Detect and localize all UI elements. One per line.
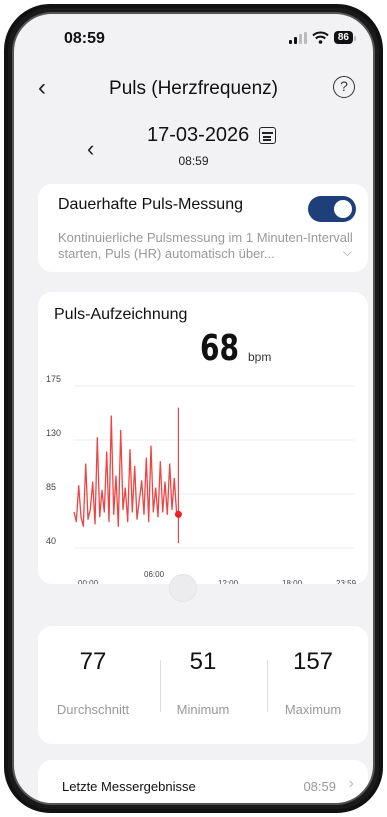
y-tick-label: 85 — [46, 482, 56, 492]
status-time: 08:59 — [64, 30, 105, 47]
date-label: 17-03-2026 — [147, 124, 250, 146]
stats-card: 77 Durchschnitt 51 Minimum 157 Maximum — [38, 626, 368, 744]
current-point-marker — [174, 510, 182, 518]
last-results-row[interactable]: Letzte Messergebnisse 08:59 › — [38, 760, 368, 803]
maximum-value: 157 — [292, 648, 334, 675]
minimum-label: Minimum — [176, 702, 230, 717]
last-results-label: Letzte Messergebnisse — [62, 779, 196, 794]
nav-bar: ‹ Puls (Herzfrequenz) ? — [14, 70, 373, 106]
signal-icon — [288, 31, 307, 44]
page-title: Puls (Herzfrequenz) — [109, 78, 278, 99]
wifi-icon — [312, 31, 329, 44]
average-value: 77 — [79, 648, 107, 675]
y-tick-label: 175 — [46, 374, 61, 384]
status-bar: 08:59 86 — [14, 28, 373, 52]
y-tick-label: 40 — [46, 536, 56, 546]
screen: 08:59 86 ‹ Puls (Herzfrequenz) ? ‹ 17-03… — [12, 12, 375, 805]
x-tick-label: 06:00 — [144, 570, 165, 579]
heart-rate-chart[interactable]: 40 85 130 175 00:00 06:00 12:00 18:00 23:59 — [38, 292, 368, 584]
date-time: 08:59 — [178, 154, 209, 168]
heart-rate-line — [73, 415, 179, 528]
phone-frame: 08:59 86 ‹ Puls (Herzfrequenz) ? ‹ 17-03… — [4, 4, 383, 813]
continuous-measurement-card: Dauerhafte Puls-Messung Kontinuierliche … — [38, 184, 368, 272]
calendar-icon[interactable] — [259, 127, 277, 144]
help-icon[interactable]: ? — [333, 76, 355, 98]
continuous-title: Dauerhafte Puls-Messung — [58, 196, 243, 213]
x-tick-label: 18:00 — [282, 579, 303, 584]
x-tick-label: 00:00 — [78, 579, 99, 584]
heart-rate-chart-card: Puls-Aufzeichnung 68 bpm 40 85 130 175 00:00… — [38, 292, 368, 584]
last-results-time: 08:59 — [303, 779, 336, 794]
maximum-label: Maximum — [284, 702, 342, 717]
battery-icon: 86 — [333, 31, 357, 44]
x-tick-label: 23:59 — [336, 579, 357, 584]
chevron-right-icon: › — [348, 775, 354, 792]
date-picker[interactable]: 17-03-2026 — [147, 124, 277, 147]
y-tick-label: 130 — [46, 428, 61, 438]
continuous-toggle[interactable] — [308, 196, 356, 222]
x-tick-label: 12:00 — [218, 579, 239, 584]
continuous-description: Kontinuierliche Pulsmessung im 1 Minuten… — [58, 230, 353, 261]
status-icons: 86 — [288, 31, 357, 44]
minimum-value: 51 — [189, 648, 217, 675]
expand-chevron-icon[interactable]: ⌵ — [343, 245, 352, 260]
average-label: Durchschnitt — [56, 702, 130, 717]
date-selector: ‹ 17-03-2026 08:59 — [14, 124, 373, 174]
chart-scroll-handle[interactable] — [169, 574, 197, 602]
